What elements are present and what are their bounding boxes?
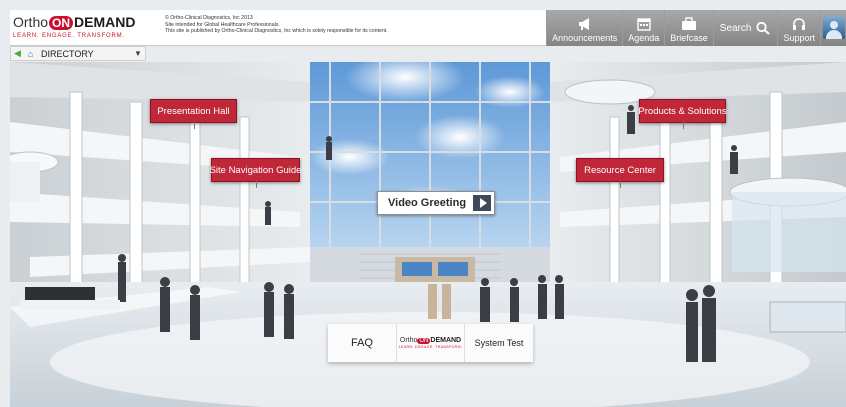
calendar-icon — [637, 18, 651, 31]
legal-line: Site intended for Global Healthcare Prof… — [165, 21, 280, 28]
nav-briefcase-label: Briefcase — [670, 33, 708, 43]
directory-bar[interactable]: ◀ ⌂ DIRECTORY ▼ — [10, 46, 146, 61]
legal-notice: © Ortho-Clinical Diagnostics, Inc 2013 S… — [165, 15, 388, 35]
nav-agenda-label: Agenda — [628, 33, 660, 43]
home-icon[interactable]: ⌂ — [24, 47, 37, 60]
site-navigation-guide-label: Site Navigation Guide — [209, 164, 302, 176]
resource-center-hotspot[interactable]: Resource Center — [576, 158, 664, 188]
directory-label: DIRECTORY — [41, 48, 94, 59]
play-icon[interactable] — [473, 195, 491, 211]
virtual-lobby-window: Ortho ON DEMAND LEARN. ENGAGE. TRANSFORM. … — [0, 0, 846, 407]
chevron-down-icon[interactable]: ▼ — [131, 49, 145, 58]
presentation-hall-hotspot[interactable]: Presentation Hall — [150, 99, 237, 129]
nav-announcements-label: Announcements — [552, 33, 618, 43]
kiosk-logo-tagline: LEARN. ENGAGE. TRANSFORM. — [398, 345, 463, 349]
search-icon — [756, 21, 771, 35]
nav-briefcase[interactable]: Briefcase — [664, 10, 713, 46]
kiosk-logo-demand: DEMAND — [430, 337, 462, 344]
nav-announcements[interactable]: Announcements — [546, 10, 622, 46]
nav-agenda[interactable]: Agenda — [622, 10, 664, 46]
logo-tagline: LEARN. ENGAGE. TRANSFORM. — [13, 33, 125, 39]
ortho-on-demand-logo[interactable]: Ortho ON DEMAND LEARN. ENGAGE. TRANSFORM. — [13, 14, 135, 39]
logo-demand: DEMAND — [74, 14, 136, 30]
presentation-hall-label: Presentation Hall — [157, 105, 230, 117]
lobby-scene: Presentation Hall Site Navigation Guide … — [10, 62, 846, 407]
legal-line: © Ortho-Clinical Diagnostics, Inc 2013 — [165, 15, 253, 21]
video-greeting-button[interactable]: Video Greeting — [377, 191, 495, 215]
faq-button[interactable]: FAQ — [328, 324, 397, 362]
kiosk-logo: Ortho ON DEMAND LEARN. ENGAGE. TRANSFORM. — [397, 324, 465, 362]
site-navigation-guide-hotspot[interactable]: Site Navigation Guide — [209, 158, 302, 188]
kiosk-logo-on: ON — [417, 338, 431, 344]
user-avatar-image — [822, 17, 845, 39]
nav-support[interactable]: Support — [777, 10, 820, 46]
headset-icon — [793, 18, 806, 30]
user-avatar[interactable] — [820, 10, 846, 46]
main-nav: Announcements Agenda Briefcase Search Su… — [546, 10, 846, 46]
info-kiosk: FAQ Ortho ON DEMAND LEARN. ENGAGE. TRANSFO… — [328, 324, 533, 362]
products-solutions-label: Products & Solutions — [638, 105, 727, 117]
faq-label: FAQ — [350, 337, 373, 349]
briefcase-icon — [682, 17, 697, 30]
resource-center-label: Resource Center — [584, 164, 656, 176]
top-bar: Ortho ON DEMAND LEARN. ENGAGE. TRANSFORM. … — [10, 10, 846, 46]
logo-on: ON — [49, 16, 74, 30]
nav-support-label: Support — [783, 33, 815, 43]
nav-search-label: Search — [719, 22, 752, 34]
megaphone-icon — [578, 18, 589, 30]
video-greeting-label: Video Greeting — [388, 197, 467, 209]
logo-ortho: Ortho — [13, 14, 49, 30]
kiosk-logo-ortho: Ortho — [399, 337, 418, 344]
back-arrow-icon[interactable]: ◀ — [11, 47, 24, 60]
system-test-button[interactable]: System Test — [465, 324, 533, 362]
system-test-label: System Test — [474, 338, 524, 348]
legal-line: This site is published by Ortho-Clinical… — [165, 28, 388, 35]
products-solutions-hotspot[interactable]: Products & Solutions — [638, 99, 727, 129]
nav-search[interactable]: Search — [712, 10, 778, 46]
